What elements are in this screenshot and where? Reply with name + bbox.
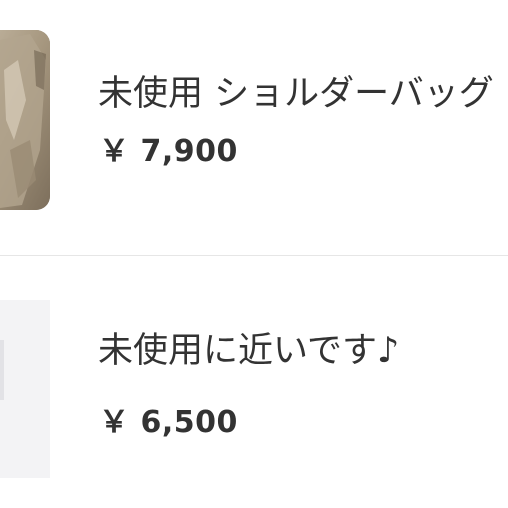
- item-photo-icon: [0, 300, 50, 478]
- list-item[interactable]: 未使用 ショルダーバッグ ￥ 7,900: [0, 0, 508, 255]
- divider: [0, 255, 508, 256]
- item-title: 未使用に近いです♪: [98, 331, 400, 371]
- item-price: ￥ 7,900: [99, 134, 238, 169]
- shoulder-bag-photo-icon: [0, 30, 50, 210]
- item-thumbnail[interactable]: [0, 300, 50, 478]
- item-price: ￥ 6,500: [99, 405, 238, 440]
- listing-list: 未使用 ショルダーバッグ ￥ 7,900 未使用に近いです♪ ￥ 6,500: [0, 0, 508, 508]
- list-item[interactable]: 未使用に近いです♪ ￥ 6,500: [0, 258, 508, 508]
- item-thumbnail[interactable]: [0, 30, 50, 210]
- item-title: 未使用 ショルダーバッグ: [98, 74, 494, 114]
